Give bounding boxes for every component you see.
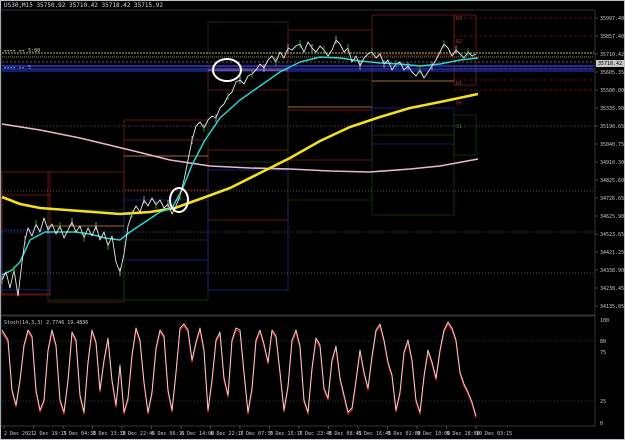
main-plot-border <box>0 9 596 316</box>
price-tick-label: 35335.90 <box>600 106 624 112</box>
stoch-tick-label: 0 <box>600 421 603 427</box>
level-box <box>371 134 455 216</box>
time-tick-label: 7 Dec 15:15 <box>270 431 303 437</box>
time-tick-label: 7 Dec 23:45 <box>299 431 332 437</box>
time-tick-label: 9 Dec 02:00 <box>388 431 421 437</box>
stoch-tick-label: 80 <box>600 339 606 345</box>
price-tick-label: 34726.65 <box>600 196 624 202</box>
pivot-level-boxes <box>1 14 477 303</box>
time-tick-label: 8 Dec 16:45 <box>358 431 391 437</box>
level-box <box>123 119 209 141</box>
time-tick-label: 7 Dec 07:30 <box>240 431 273 437</box>
axes: 35997.40 35857.40 35710.42 35605.35 35500.00… <box>3 16 624 437</box>
time-tick-label: 3 Dec 22:45 <box>122 431 155 437</box>
time-tick-label: 8 Dec 08:45 <box>329 431 362 437</box>
price-tick-label: 35997.40 <box>600 16 624 22</box>
level-box <box>287 79 373 201</box>
level-box <box>207 149 289 221</box>
ma-mid-line <box>1 92 479 216</box>
level-box <box>47 209 125 301</box>
price-tick-label: 35500.00 <box>600 88 624 94</box>
level-box <box>207 21 289 163</box>
price-tick-label: 35857.40 <box>600 34 624 40</box>
level-box <box>1 194 51 296</box>
stoch-label: Stoch(14,3,3) 2.7746 19.4836 <box>4 320 88 326</box>
price-tick-label: 35710.42 <box>600 52 624 58</box>
time-tick-label: 9 Dec 10:00 <box>417 431 450 437</box>
price-tick-label: 34421.25 <box>600 250 624 256</box>
time-tick-label: 2 Dec 19:15 <box>34 431 67 437</box>
stochastic-series <box>1 321 594 419</box>
price-tick-label: 34910.30 <box>600 160 624 166</box>
time-tick-label: 10 Dec 03:15 <box>476 431 512 437</box>
time-tick-label: 6 Dec 22:15 <box>211 431 244 437</box>
level-box <box>207 169 289 291</box>
chart-canvas[interactable]: ▸▸▸▸ ▸▸ 5:00 ▸▸▸▸ ▸▸ 5 R3 R2 R1 PP S1 35997.40… <box>0 0 625 440</box>
time-tick-label: 6 Dec 14:00 <box>181 431 214 437</box>
time-tick-label: 3 Dec 13:30 <box>93 431 126 437</box>
level-label: R3 <box>456 16 462 22</box>
level-label: R2 <box>456 39 462 45</box>
level-box <box>453 114 477 156</box>
price-tick-label: 35190.65 <box>600 124 624 130</box>
stoch-plot-border <box>0 315 596 427</box>
time-tick-label: 2 Dec 2021 <box>4 431 34 437</box>
price-tick-label: 34338.90 <box>600 268 624 274</box>
price-tick-label: 34135.05 <box>600 304 624 310</box>
ma-slow-line <box>1 123 479 173</box>
level-label: R1 <box>456 81 462 87</box>
price-tick-label: 34238.45 <box>600 286 624 292</box>
level-label: S1 <box>456 124 462 130</box>
level-label: PP <box>456 101 462 107</box>
price-tick-label: 35605.35 <box>600 70 624 76</box>
hline-label: ▸▸▸▸ ▸▸ 5 <box>4 65 31 71</box>
time-tick-label: 6 Dec 06:15 <box>152 431 185 437</box>
price-tick-label: 34625.90 <box>600 214 624 220</box>
stoch-tick-label: 25 <box>600 399 606 405</box>
stoch-signal-line <box>1 323 477 419</box>
price-tick-label: 35040.75 <box>600 142 624 148</box>
stoch-tick-label: 100 <box>600 318 609 324</box>
time-tick-label: 9 Dec 18:00 <box>447 431 480 437</box>
price-tick-label: 34523.65 <box>600 232 624 238</box>
stoch-tick-label: 75 <box>600 350 606 356</box>
current-price-value: 35710.42 <box>598 61 622 67</box>
price-tick-label: 34825.60 <box>600 178 624 184</box>
level-box <box>123 239 209 301</box>
level-box <box>1 229 51 291</box>
level-box <box>287 29 373 111</box>
hline-label: ▸▸▸▸ ▸▸ 5:00 <box>4 48 40 54</box>
level-box <box>453 14 477 86</box>
time-tick-label: 3 Dec 04:30 <box>63 431 96 437</box>
level-box <box>123 139 209 191</box>
